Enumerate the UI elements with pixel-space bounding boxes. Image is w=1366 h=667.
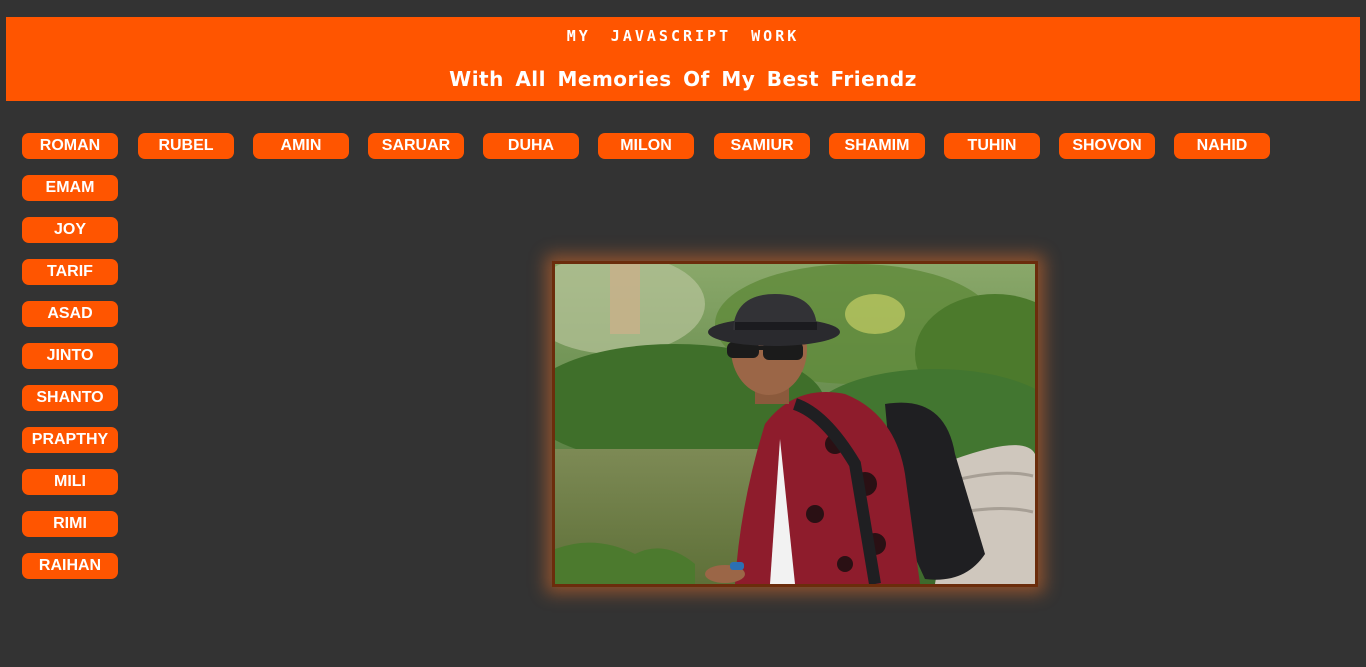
friend-button-raihan[interactable]: RAIHAN: [22, 553, 118, 579]
friend-button-rubel[interactable]: RUBEL: [138, 133, 234, 159]
page-subtitle: With All Memories Of My Best Friendz: [449, 67, 917, 91]
friend-button-prapthy[interactable]: PRAPTHY: [22, 427, 118, 453]
friend-button-duha[interactable]: DUHA: [483, 133, 579, 159]
friend-button-roman[interactable]: ROMAN: [22, 133, 118, 159]
friend-button-asad[interactable]: ASAD: [22, 301, 118, 327]
friend-button-emam[interactable]: EMAM: [22, 175, 118, 201]
friend-button-nahid[interactable]: NAHID: [1174, 133, 1270, 159]
friend-button-mili[interactable]: MILI: [22, 469, 118, 495]
page-title: MY JAVASCRIPT WORK: [566, 27, 800, 45]
friend-button-shovon[interactable]: SHOVON: [1059, 133, 1155, 159]
friend-button-milon[interactable]: MILON: [598, 133, 694, 159]
friend-button-shanto[interactable]: SHANTO: [22, 385, 118, 411]
photo-frame: [552, 261, 1038, 587]
friend-photo-illustration: [555, 264, 1035, 584]
friend-button-amin[interactable]: AMIN: [253, 133, 349, 159]
friend-button-shamim[interactable]: SHAMIM: [829, 133, 925, 159]
friend-button-tarif[interactable]: TARIF: [22, 259, 118, 285]
friend-button-tuhin[interactable]: TUHIN: [944, 133, 1040, 159]
friend-button-saruar[interactable]: SARUAR: [368, 133, 464, 159]
header-banner: MY JAVASCRIPT WORK With All Memories Of …: [6, 17, 1360, 101]
friend-photo: [555, 264, 1035, 584]
friend-button-samiur[interactable]: SAMIUR: [714, 133, 810, 159]
friend-button-rimi[interactable]: RIMI: [22, 511, 118, 537]
friend-button-jinto[interactable]: JINTO: [22, 343, 118, 369]
friend-button-joy[interactable]: JOY: [22, 217, 118, 243]
